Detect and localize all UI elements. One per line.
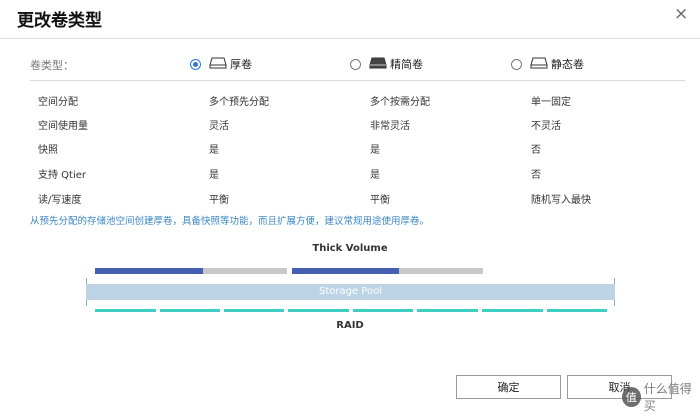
watermark: 值 什么值得买 [622,380,700,414]
cell-thin: 是 [370,145,380,156]
cell-static: 不灵活 [531,121,561,132]
table-row: 读/写速度 平衡 平衡 随机写入最快 [0,191,700,207]
radio-thick-volume[interactable] [190,58,201,70]
volume-bar-2-used [292,268,399,274]
volume-type-label: 卷类型： [30,59,74,72]
cell-thin: 非常灵活 [370,121,410,132]
volume-bar-2 [292,268,483,274]
raid-segment [417,309,478,312]
raid-segment [160,309,220,312]
raid-segment [224,309,284,312]
raid-label: RAID [336,320,364,331]
raid-segment [482,309,543,312]
drive-outline-icon [530,57,548,72]
cell-static: 否 [531,170,541,181]
volume-description: 从预先分配的存储池空间创建厚卷，具备快照等功能，而且扩展方便，建议常规用途使用厚… [30,216,430,227]
row-label: 空间使用量 [38,121,88,132]
diagram-title: Thick Volume [312,243,388,254]
cell-thick: 是 [209,170,219,181]
table-row: 空间使用量 灵活 非常灵活 不灵活 [0,117,700,133]
drive-filled-icon [369,57,387,72]
volume-bar-1-used [95,268,203,274]
table-row: 支持 Qtier 是 是 否 [0,166,700,182]
table-row: 快照 是 是 否 [0,141,700,157]
title-divider [0,38,700,39]
raid-segment [288,309,349,312]
radio-thin-volume[interactable] [350,58,361,70]
raid-segment [547,309,607,312]
table-row: 空间分配 多个预先分配 多个按需分配 单一固定 [0,93,700,109]
dialog-title: 更改卷类型 [17,11,102,31]
option-static-volume[interactable]: 静态卷 [511,55,584,73]
option-label: 厚卷 [230,58,252,71]
cell-thick: 平衡 [209,195,229,206]
cell-thick: 多个预先分配 [209,97,269,108]
cell-thin: 是 [370,170,380,181]
drive-outline-icon [209,57,227,72]
storage-pool-bar: Storage Pool [86,284,615,300]
cell-static: 随机写入最快 [531,195,591,206]
close-icon[interactable]: × [674,4,688,24]
row-label: 读/写速度 [38,195,82,206]
option-label: 静态卷 [551,58,584,71]
cell-thick: 是 [209,145,219,156]
volume-bar-1 [95,268,287,274]
row-label: 空间分配 [38,97,78,108]
volume-type-selector: 卷类型： 厚卷 精简卷 静态卷 [0,55,700,75]
cell-static: 否 [531,145,541,156]
radio-static-volume[interactable] [511,58,522,70]
cell-static: 单一固定 [531,97,571,108]
option-label: 精简卷 [390,58,423,71]
raid-segment [353,309,413,312]
ok-button[interactable]: 确定 [456,375,561,399]
option-thick-volume[interactable]: 厚卷 [190,55,252,73]
cell-thin: 多个按需分配 [370,97,430,108]
row-label: 支持 Qtier [38,170,87,181]
watermark-logo-icon: 值 [622,387,641,407]
option-thin-volume[interactable]: 精简卷 [350,55,423,73]
row-label: 快照 [38,145,58,156]
cell-thick: 灵活 [209,121,229,132]
watermark-text: 什么值得买 [643,382,692,413]
section-divider [30,80,685,81]
cell-thin: 平衡 [370,195,390,206]
raid-segment [95,309,156,312]
